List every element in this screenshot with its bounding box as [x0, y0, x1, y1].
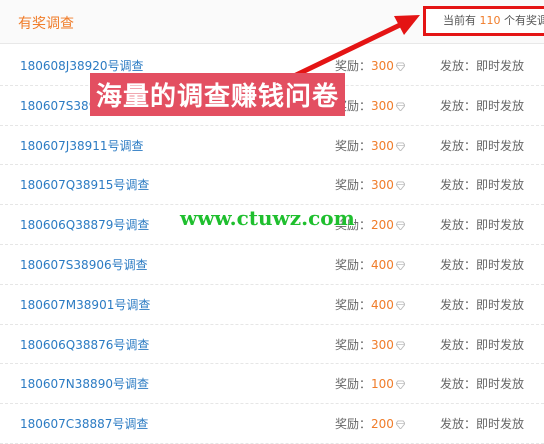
survey-row: 180607C38887号调查 奖励：200 发放：即时发放	[0, 404, 544, 444]
distribution-value: 即时发放	[476, 178, 524, 192]
distribution-info: 发放：即时发放	[440, 216, 524, 233]
diamond-icon	[396, 299, 405, 308]
reward-points: 400	[371, 258, 394, 272]
reward-points: 400	[371, 298, 394, 312]
distribution-label: 发放：	[440, 377, 476, 391]
diamond-icon	[396, 378, 405, 387]
overlay-slogan: 海量的调查赚钱问卷	[90, 73, 345, 116]
distribution-label: 发放：	[440, 218, 476, 232]
reward-info: 奖励：100	[335, 375, 405, 392]
reward-info: 奖励：300	[335, 97, 405, 114]
reward-points: 300	[371, 139, 394, 153]
survey-row: 180607N38890号调查 奖励：100 发放：即时发放	[0, 364, 544, 404]
reward-label: 奖励：	[335, 59, 371, 73]
survey-title-link[interactable]: 180607S38906号调查	[20, 256, 148, 273]
survey-count-box: 当前有 110 个有奖调查	[423, 6, 544, 36]
distribution-value: 即时发放	[476, 298, 524, 312]
page-title: 有奖调查	[18, 13, 74, 33]
distribution-label: 发放：	[440, 139, 476, 153]
distribution-value: 即时发放	[476, 59, 524, 73]
diamond-icon	[396, 179, 405, 188]
survey-title-link[interactable]: 180607M38901号调查	[20, 296, 150, 313]
survey-title-link[interactable]: 180607Q38915号调查	[20, 176, 149, 193]
distribution-info: 发放：即时发放	[440, 97, 524, 114]
reward-label: 奖励：	[335, 417, 371, 431]
diamond-icon	[396, 339, 405, 348]
distribution-label: 发放：	[440, 338, 476, 352]
survey-title-link[interactable]: 180607N38890号调查	[20, 375, 149, 392]
reward-points: 200	[371, 417, 394, 431]
reward-info: 奖励：400	[335, 296, 405, 313]
section-header: 有奖调查 当前有 110 个有奖调查	[0, 0, 544, 44]
reward-points: 300	[371, 178, 394, 192]
overlay-watermark-url: www.ctuwz.com	[180, 206, 355, 230]
distribution-label: 发放：	[440, 258, 476, 272]
survey-title-link[interactable]: 180608J38920号调查	[20, 57, 144, 74]
survey-row: 180606Q38876号调查 奖励：300 发放：即时发放	[0, 325, 544, 365]
reward-points: 100	[371, 377, 394, 391]
distribution-info: 发放：即时发放	[440, 415, 524, 432]
distribution-value: 即时发放	[476, 139, 524, 153]
diamond-icon	[396, 60, 405, 69]
distribution-label: 发放：	[440, 298, 476, 312]
reward-label: 奖励：	[335, 338, 371, 352]
distribution-info: 发放：即时发放	[440, 375, 524, 392]
diamond-icon	[396, 219, 405, 228]
survey-title-link[interactable]: 180606Q38879号调查	[20, 216, 149, 233]
survey-title-link[interactable]: 180607C38887号调查	[20, 415, 148, 432]
distribution-info: 发放：即时发放	[440, 296, 524, 313]
reward-info: 奖励：300	[335, 336, 405, 353]
distribution-info: 发放：即时发放	[440, 137, 524, 154]
distribution-label: 发放：	[440, 59, 476, 73]
distribution-info: 发放：即时发放	[440, 176, 524, 193]
reward-label: 奖励：	[335, 178, 371, 192]
diamond-icon	[396, 259, 405, 268]
distribution-info: 发放：即时发放	[440, 256, 524, 273]
distribution-value: 即时发放	[476, 377, 524, 391]
diamond-icon	[396, 140, 405, 149]
reward-label: 奖励：	[335, 139, 371, 153]
reward-points: 200	[371, 218, 394, 232]
reward-info: 奖励：400	[335, 256, 405, 273]
distribution-info: 发放：即时发放	[440, 336, 524, 353]
distribution-label: 发放：	[440, 178, 476, 192]
reward-points: 300	[371, 59, 394, 73]
survey-row: 180607M38901号调查 奖励：400 发放：即时发放	[0, 285, 544, 325]
survey-row: 180607J38911号调查 奖励：300 发放：即时发放	[0, 126, 544, 166]
reward-info: 奖励：300	[335, 57, 405, 74]
distribution-label: 发放：	[440, 417, 476, 431]
count-suffix: 个有奖调查	[501, 14, 544, 27]
reward-label: 奖励：	[335, 258, 371, 272]
reward-info: 奖励：200	[335, 415, 405, 432]
count-prefix: 当前有	[443, 14, 480, 27]
reward-points: 300	[371, 338, 394, 352]
distribution-value: 即时发放	[476, 99, 524, 113]
diamond-icon	[396, 418, 405, 427]
reward-label: 奖励：	[335, 377, 371, 391]
survey-row: 180607S38906号调查 奖励：400 发放：即时发放	[0, 245, 544, 285]
distribution-value: 即时发放	[476, 338, 524, 352]
distribution-value: 即时发放	[476, 417, 524, 431]
survey-title-link[interactable]: 180606Q38876号调查	[20, 336, 149, 353]
reward-info: 奖励：300	[335, 137, 405, 154]
reward-info: 奖励：300	[335, 176, 405, 193]
distribution-label: 发放：	[440, 99, 476, 113]
distribution-value: 即时发放	[476, 218, 524, 232]
diamond-icon	[396, 100, 405, 109]
distribution-info: 发放：即时发放	[440, 57, 524, 74]
survey-title-link[interactable]: 180607J38911号调查	[20, 137, 144, 154]
reward-points: 300	[371, 99, 394, 113]
reward-label: 奖励：	[335, 298, 371, 312]
survey-row: 180607Q38915号调查 奖励：300 发放：即时发放	[0, 165, 544, 205]
distribution-value: 即时发放	[476, 258, 524, 272]
survey-count: 110	[480, 14, 501, 27]
